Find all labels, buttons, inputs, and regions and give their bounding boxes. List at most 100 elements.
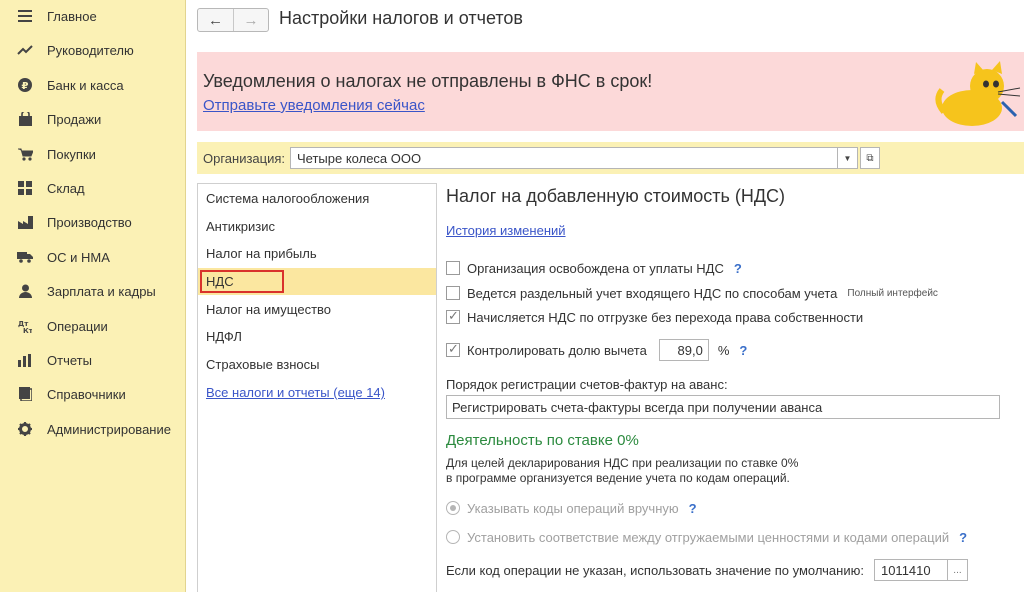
zero-rate-desc-2: в программе организуется ведение учета п… [446, 471, 790, 485]
app-window: Главное Руководителю ₽ Банк и касса Прод… [0, 0, 1024, 592]
sidebar-item-references[interactable]: Справочники [0, 381, 186, 407]
sidebar-item-sales[interactable]: Продажи [0, 106, 186, 132]
vat-settings-panel: Налог на добавленную стоимость (НДС) Ист… [446, 183, 1024, 592]
tax-item-property-tax[interactable]: Налог на имущество [198, 296, 436, 323]
invoice-order-label: Порядок регистрации счетов-фактур на ава… [446, 377, 728, 392]
banner-title: Уведомления о налогах не отправлены в ФН… [203, 71, 653, 91]
default-code-label: Если код операции не указан, использоват… [446, 562, 864, 578]
warehouse-icon [17, 180, 33, 196]
sidebar-item-bank[interactable]: ₽ Банк и касса [0, 72, 186, 98]
tax-item-profit-tax[interactable]: Налог на прибыль [198, 240, 436, 267]
radio-manual-label: Указывать коды операций вручную [467, 500, 679, 516]
deduction-share-input[interactable]: 89,0 [658, 339, 709, 361]
help-icon[interactable]: ? [689, 501, 697, 516]
shipment-label: Начисляется НДС по отгрузке без перехода… [467, 309, 864, 325]
sidebar-item-label: Продажи [47, 111, 102, 127]
page-title: Настройки налогов и отчетов [279, 8, 523, 28]
radio-match[interactable] [446, 530, 460, 544]
separate-accounting-label: Ведется раздельный учет входящего НДС по… [467, 285, 838, 301]
exempt-checkbox[interactable] [446, 261, 460, 275]
gear-icon [17, 421, 33, 437]
menu-icon [17, 8, 33, 24]
tax-item-insurance[interactable]: Страховые взносы [198, 351, 436, 378]
deduction-control-label: Контролировать долю вычета [467, 342, 647, 358]
operations-icon: Дт Кт [17, 318, 33, 334]
sidebar-item-assets[interactable]: ОС и НМА [0, 244, 186, 270]
organization-dropdown-button[interactable]: ▼ [838, 147, 858, 169]
help-icon[interactable]: ? [734, 261, 742, 276]
sidebar-item-main[interactable]: Главное [0, 3, 186, 29]
select-code-button[interactable]: ... [947, 559, 968, 581]
tax-item-ndfl[interactable]: НДФЛ [198, 323, 436, 350]
sidebar-item-label: Администрирование [47, 421, 171, 437]
arrow-right-icon: → [243, 11, 259, 29]
sidebar-item-label: Производство [47, 214, 132, 230]
tax-item-vat[interactable]: НДС [198, 268, 436, 295]
tax-item-anticrisis[interactable]: Антикризис [198, 213, 436, 240]
svg-text:Кт: Кт [23, 327, 32, 333]
tax-item-taxation-system[interactable]: Система налогообложения [198, 185, 436, 212]
separate-accounting-checkbox[interactable] [446, 286, 460, 300]
sidebar-item-label: Главное [47, 8, 97, 24]
sidebar-item-label: Справочники [47, 386, 126, 402]
arrow-left-icon: ← [207, 11, 223, 29]
sidebar-item-warehouse[interactable]: Склад [0, 175, 186, 201]
shipment-checkbox[interactable] [446, 308, 460, 324]
sidebar-item-director[interactable]: Руководителю [0, 37, 186, 63]
radio-manual[interactable] [446, 501, 460, 515]
forward-button[interactable]: → [232, 9, 268, 31]
radio-match-option: Установить соответствие между отгружаемы… [446, 527, 967, 547]
sidebar-item-label: ОС и НМА [47, 249, 110, 265]
zero-rate-title: Деятельность по ставке 0% [446, 432, 639, 449]
bag-icon [17, 111, 33, 127]
percent-sign: % [717, 342, 730, 358]
ruble-icon: ₽ [17, 77, 33, 93]
history-link[interactable]: История изменений [446, 223, 566, 238]
tax-list: Система налогообложения Антикризис Налог… [197, 183, 437, 592]
back-button[interactable]: ← [198, 9, 233, 31]
organization-field[interactable]: Четыре колеса ООО [290, 147, 838, 169]
sidebar-item-reports[interactable]: Отчеты [0, 347, 186, 373]
sidebar-item-label: Покупки [47, 146, 96, 162]
sidebar: Главное Руководителю ₽ Банк и касса Прод… [0, 0, 186, 592]
bar-chart-icon [17, 352, 33, 368]
sidebar-item-operations[interactable]: Дт Кт Операции [0, 313, 186, 339]
person-icon [17, 283, 33, 299]
open-window-icon: ⧉ [866, 152, 874, 164]
deduction-control-checkbox[interactable] [446, 341, 460, 357]
organization-open-button[interactable]: ⧉ [860, 147, 880, 169]
book-icon [17, 386, 33, 402]
sidebar-item-admin[interactable]: Администрирование [0, 416, 186, 442]
trend-icon [17, 42, 33, 58]
chevron-down-icon: ▼ [843, 153, 852, 163]
exempt-option: Организация освобождена от уплаты НДС ? [446, 258, 742, 278]
shipment-option: Начисляется НДС по отгрузке без перехода… [446, 307, 863, 327]
cart-icon [17, 146, 33, 162]
selection-highlight [200, 270, 284, 293]
deduction-control-option: Контролировать долю вычета 89,0 % ? [446, 339, 747, 361]
truck-icon [17, 249, 33, 265]
help-icon[interactable]: ? [959, 530, 967, 545]
organization-label: Организация: [203, 151, 286, 166]
sidebar-item-label: Руководителю [47, 42, 134, 58]
full-interface-note: Полный интерфейс [847, 287, 938, 299]
sidebar-item-payroll[interactable]: Зарплата и кадры [0, 278, 186, 304]
section-title: Налог на добавленную стоимость (НДС) [446, 186, 786, 206]
separate-accounting-option: Ведется раздельный учет входящего НДС по… [446, 283, 938, 303]
invoice-order-field[interactable]: Регистрировать счета-фактуры всегда при … [446, 395, 1000, 419]
sidebar-item-production[interactable]: Производство [0, 209, 186, 235]
sidebar-item-label: Операции [47, 318, 108, 334]
default-code-row: Если код операции не указан, использоват… [446, 559, 968, 581]
default-code-input[interactable]: 1011410 [873, 559, 948, 581]
all-taxes-link[interactable]: Все налоги и отчеты (еще 14) [198, 379, 436, 406]
help-icon[interactable]: ? [739, 343, 747, 358]
nav-buttons: ← → [197, 8, 269, 32]
svg-text:₽: ₽ [22, 81, 29, 92]
sidebar-item-label: Зарплата и кадры [47, 283, 156, 299]
cat-mascot-icon [935, 61, 1021, 126]
zero-rate-desc-1: Для целей декларирования НДС при реализа… [446, 456, 799, 470]
sidebar-item-purchases[interactable]: Покупки [0, 141, 186, 167]
exempt-label: Организация освобождена от уплаты НДС [467, 260, 724, 276]
notification-banner: Уведомления о налогах не отправлены в ФН… [197, 52, 1024, 131]
send-notifications-link[interactable]: Отправьте уведомления сейчас [203, 97, 425, 114]
